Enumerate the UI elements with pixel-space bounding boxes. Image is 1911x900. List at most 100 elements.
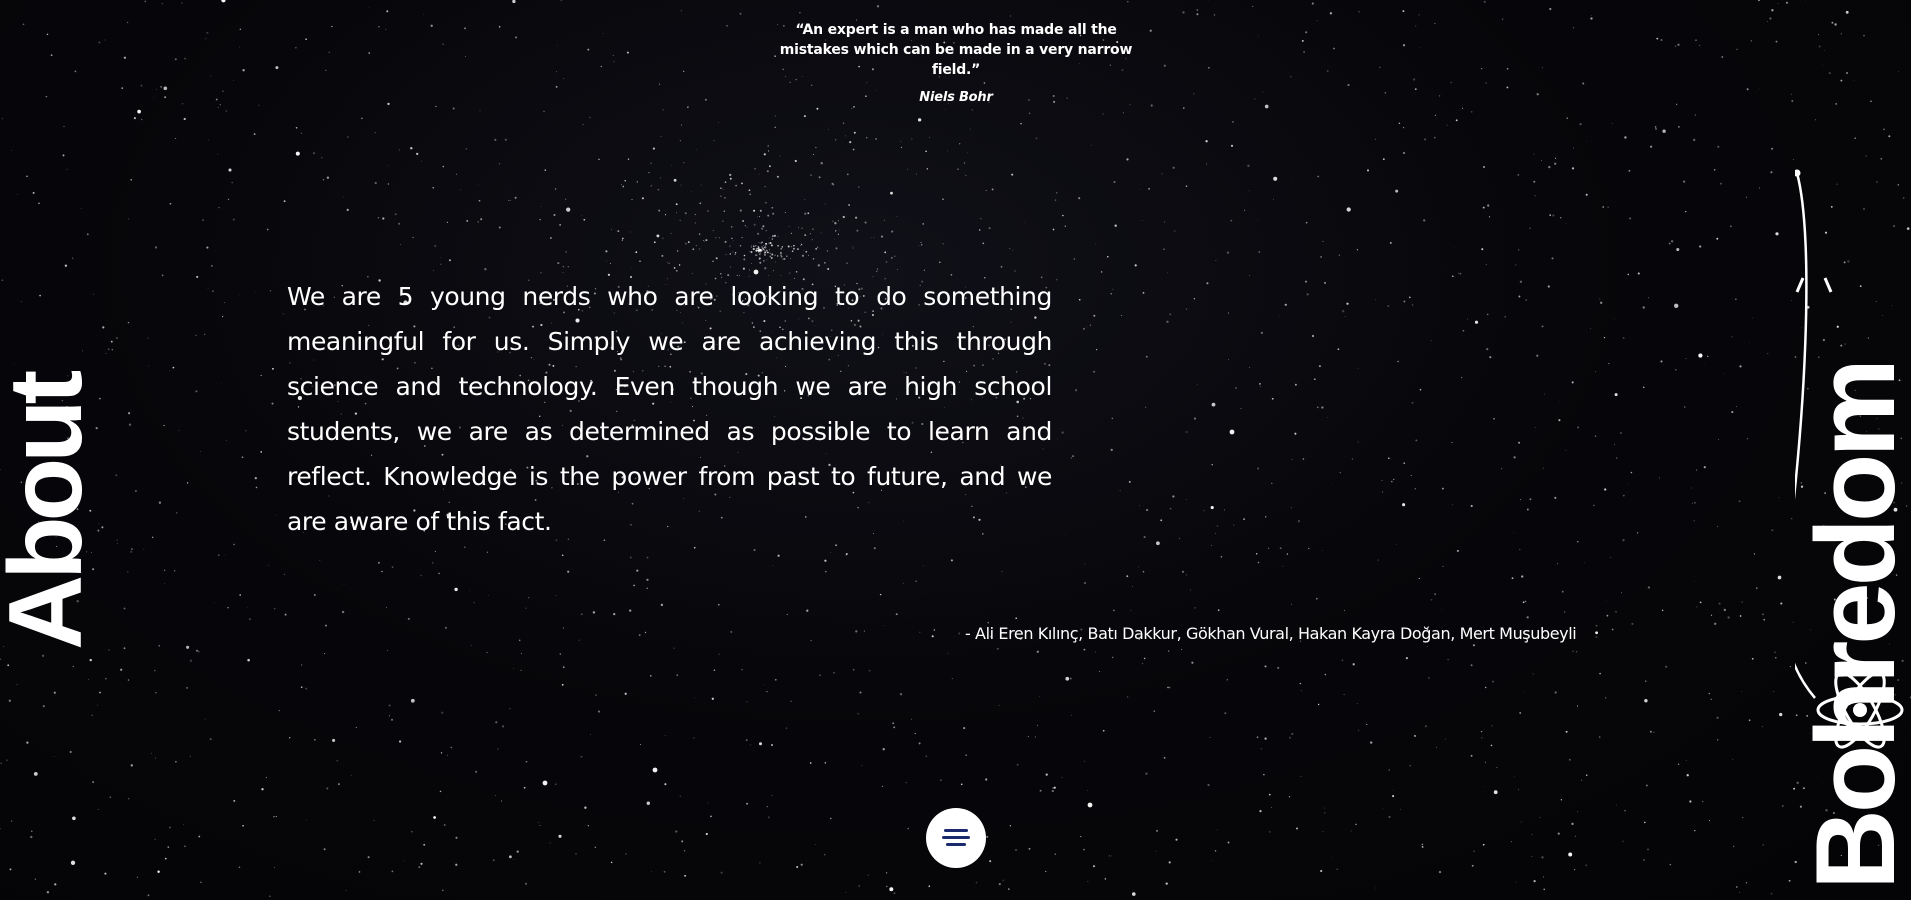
star — [1649, 730, 1652, 733]
star — [835, 247, 838, 250]
star — [1329, 12, 1333, 15]
star — [1027, 735, 1029, 738]
star — [711, 697, 714, 700]
star — [1785, 1, 1789, 4]
star — [600, 65, 602, 68]
star — [1167, 686, 1169, 689]
star — [1614, 319, 1615, 320]
star — [1741, 601, 1743, 603]
star — [1791, 100, 1794, 102]
star — [1414, 734, 1416, 737]
star — [260, 451, 263, 453]
star — [367, 856, 370, 859]
star — [804, 212, 807, 215]
star — [1257, 561, 1260, 564]
star — [835, 544, 838, 547]
star — [1600, 301, 1603, 304]
star — [1384, 92, 1387, 94]
star — [1297, 520, 1301, 523]
star — [837, 220, 839, 222]
star — [1746, 88, 1749, 91]
star — [700, 184, 702, 186]
star — [1311, 334, 1315, 338]
star — [410, 698, 415, 703]
star — [1045, 870, 1047, 873]
star — [705, 239, 708, 242]
star — [659, 83, 661, 85]
star — [807, 254, 810, 256]
star — [722, 220, 724, 222]
star — [763, 248, 765, 250]
star — [1411, 401, 1414, 404]
star — [1506, 67, 1509, 70]
star — [694, 697, 695, 699]
star — [1554, 691, 1557, 694]
star — [265, 777, 267, 778]
star — [1291, 732, 1294, 735]
star — [853, 106, 855, 108]
star — [227, 607, 229, 609]
star — [1405, 656, 1409, 660]
star — [515, 36, 518, 39]
star — [1577, 426, 1580, 429]
star — [1317, 175, 1320, 178]
star — [790, 258, 791, 259]
star — [1291, 458, 1293, 461]
star — [464, 55, 466, 57]
star — [1624, 810, 1626, 812]
star — [1518, 789, 1520, 791]
star — [242, 824, 245, 827]
star — [1142, 570, 1145, 573]
star — [158, 501, 162, 504]
star — [432, 562, 434, 564]
star — [769, 255, 771, 257]
star — [1172, 495, 1175, 498]
star — [1529, 498, 1532, 501]
star — [1571, 167, 1575, 170]
star — [1565, 730, 1568, 733]
star — [1344, 316, 1346, 317]
brand-logo[interactable]: Bohredom — [1795, 10, 1911, 890]
star — [800, 863, 803, 866]
star — [563, 627, 564, 629]
star — [1257, 220, 1258, 222]
star — [834, 139, 837, 141]
star — [66, 168, 68, 170]
star — [1301, 39, 1304, 42]
star — [630, 231, 632, 233]
star — [1342, 310, 1345, 313]
star — [1216, 525, 1219, 527]
star — [247, 658, 250, 662]
star — [1099, 671, 1101, 672]
star — [617, 230, 620, 233]
star — [1732, 758, 1734, 760]
star — [1015, 617, 1017, 619]
star — [258, 104, 260, 107]
star — [1324, 281, 1326, 284]
star — [827, 268, 830, 270]
star — [508, 200, 510, 201]
star — [1120, 314, 1123, 317]
menu-button[interactable] — [926, 808, 986, 868]
star — [963, 162, 966, 164]
star — [1690, 487, 1692, 489]
star — [368, 52, 371, 54]
star — [553, 213, 556, 217]
star — [1749, 342, 1750, 344]
star — [525, 607, 527, 609]
star — [575, 853, 577, 855]
star — [985, 778, 988, 781]
star — [1092, 865, 1096, 868]
star — [1143, 536, 1146, 539]
star — [1156, 541, 1160, 546]
star — [676, 250, 679, 252]
star — [625, 853, 627, 855]
star — [1482, 843, 1485, 846]
star — [217, 107, 219, 108]
star — [1083, 848, 1085, 851]
star — [186, 686, 189, 689]
star — [239, 294, 241, 296]
star — [812, 228, 814, 230]
star — [877, 268, 879, 270]
star — [1086, 790, 1088, 791]
